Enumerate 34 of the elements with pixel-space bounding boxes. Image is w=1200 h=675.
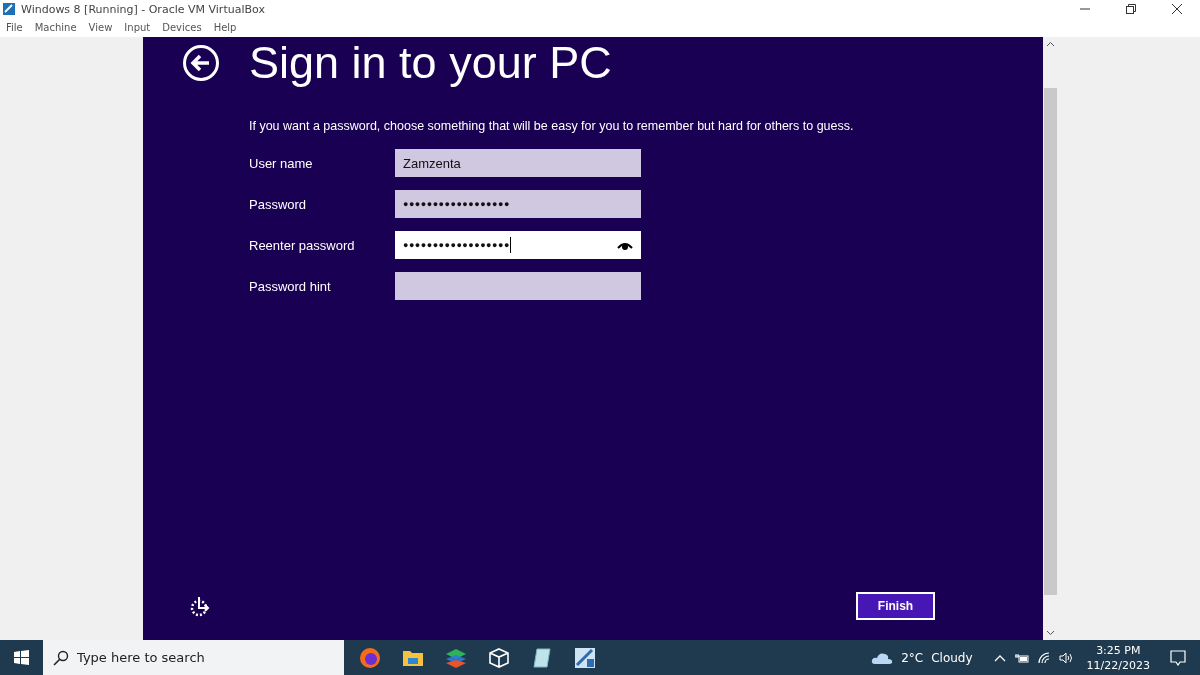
menu-item[interactable]: Input: [118, 22, 157, 33]
page-title: Sign in to your PC: [249, 37, 612, 89]
menu-item[interactable]: File: [0, 22, 29, 33]
search-field[interactable]: Type here to search: [43, 640, 344, 675]
menu-item[interactable]: View: [82, 22, 119, 33]
field-label: Password: [249, 196, 308, 212]
ease-of-access-icon[interactable]: [189, 595, 211, 617]
close-icon[interactable]: [1172, 4, 1182, 14]
input-field[interactable]: Zamzenta: [395, 149, 641, 177]
field-label: Password hint: [249, 278, 332, 294]
search-icon: [53, 649, 69, 666]
reveal-password-icon[interactable]: [617, 240, 633, 250]
field-label: Reenter password: [249, 237, 356, 253]
temperature-text: 2°C: [901, 650, 924, 665]
menu-item[interactable]: Machine: [28, 22, 83, 33]
scroll-down-icon[interactable]: [1046, 628, 1055, 637]
finish-button[interactable]: Finish: [856, 592, 935, 620]
windows-logo-icon[interactable]: [14, 650, 29, 665]
notification-icon[interactable]: [1170, 649, 1186, 666]
field-label: User name: [249, 155, 314, 171]
instruction-text: If you want a password, choose something that will be easy for you to remember but hard for others to guess.: [249, 118, 855, 134]
scroll-up-icon[interactable]: [1046, 40, 1055, 49]
menu-item[interactable]: Devices: [156, 22, 208, 33]
weather-text: Cloudy: [931, 650, 973, 665]
window-title: Windows 8 [Running] - Oracle VM VirtualBox: [21, 2, 266, 16]
menu-item[interactable]: Help: [207, 22, 243, 33]
input-field[interactable]: [395, 272, 641, 300]
password-field[interactable]: ●●●●●●●●●●●●●●●●●●: [395, 231, 641, 259]
password-field[interactable]: ●●●●●●●●●●●●●●●●●●: [395, 190, 641, 218]
restore-icon[interactable]: [1126, 4, 1136, 14]
wifi-icon[interactable]: [1036, 650, 1051, 665]
clock-date[interactable]: 11/22/2023: [1086, 657, 1150, 673]
clock-time[interactable]: 3:25 PM: [1096, 642, 1141, 658]
speaker-icon[interactable]: [1058, 650, 1073, 665]
